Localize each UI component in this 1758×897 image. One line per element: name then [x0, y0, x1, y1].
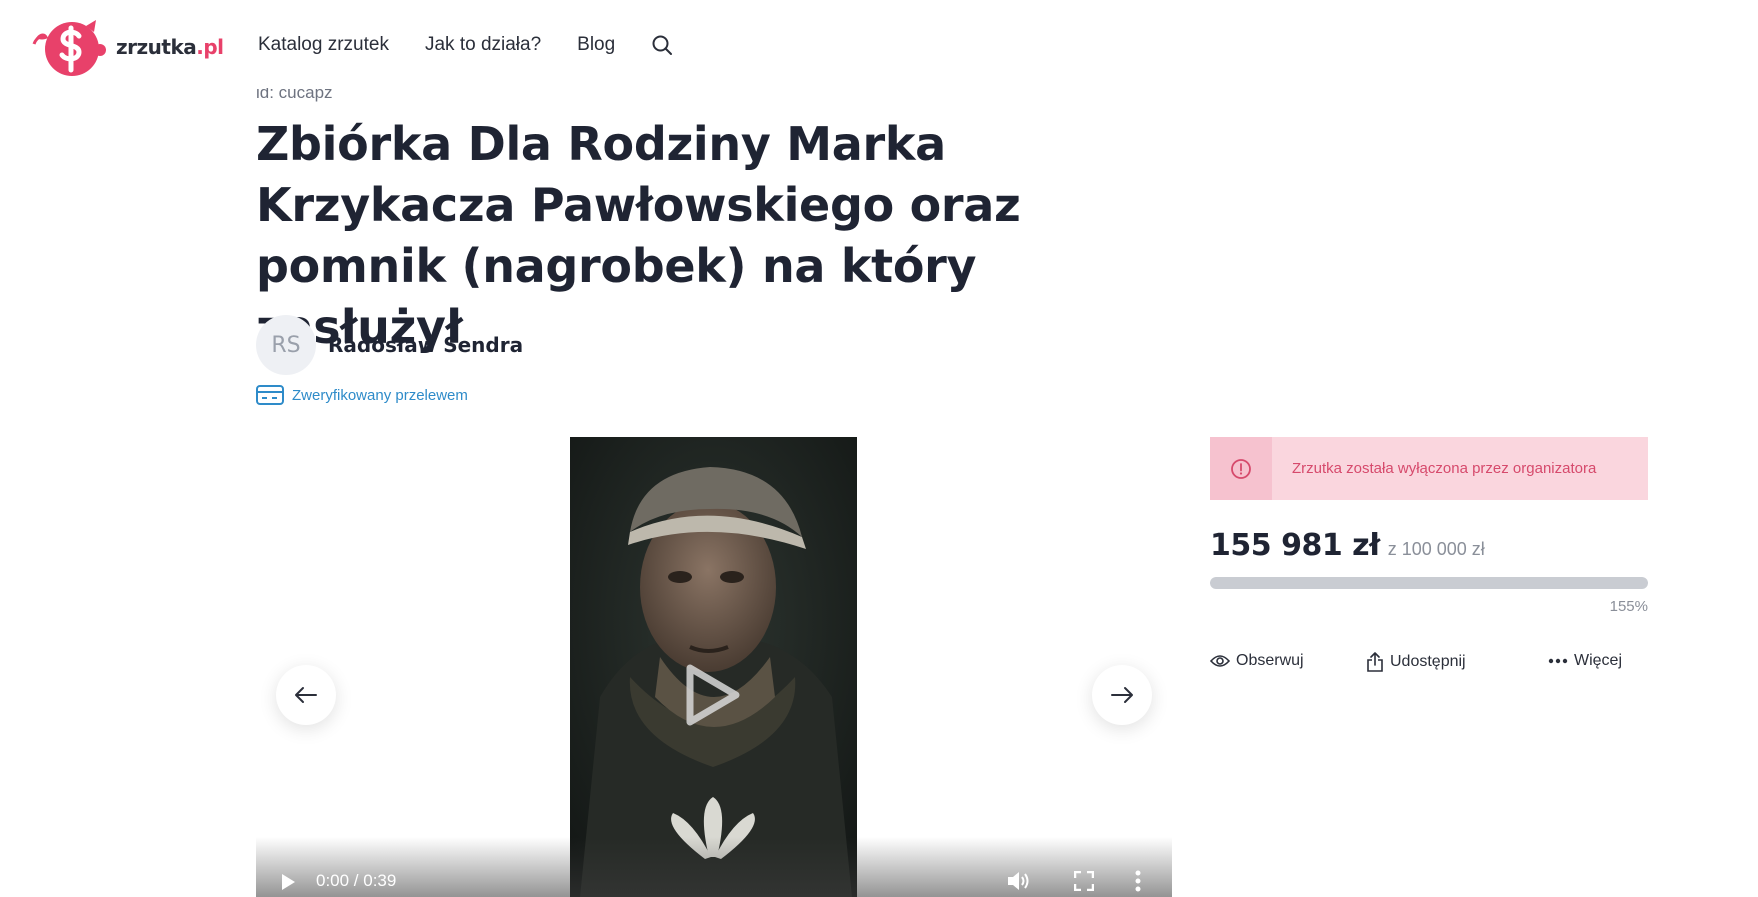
nav-item-catalog[interactable]: Katalog zrzutek [258, 34, 389, 56]
alert-icon-box [1210, 437, 1272, 500]
alert-text: Zrzutka została wyłączona przez organiza… [1292, 460, 1597, 477]
search-icon[interactable] [651, 34, 673, 56]
share-icon [1367, 652, 1383, 672]
organizer-name[interactable]: Radosław Sendra [328, 333, 523, 357]
arrow-left-icon [295, 687, 317, 703]
volume-icon[interactable] [1006, 869, 1032, 893]
verified-label[interactable]: Zweryfikowany przelewem [292, 387, 468, 404]
more-label: Więcej [1574, 652, 1623, 669]
progress-percent: 155% [1609, 598, 1648, 615]
main-nav: Katalog zrzutek Jak to działa? Blog [258, 34, 673, 56]
site-header: zrzutka.pl Katalog zrzutek Jak to działa… [0, 0, 1758, 92]
credit-card-icon [256, 385, 284, 405]
more-button[interactable]: Więcej [1548, 652, 1622, 670]
piggy-bank-logo-icon [32, 20, 106, 76]
video-play-overlay-icon[interactable] [684, 662, 742, 728]
share-button[interactable]: Udostępnij [1366, 652, 1466, 672]
video-time: 0:00 / 0:39 [316, 871, 397, 890]
video-controls: 0:00 / 0:39 [256, 865, 1172, 897]
organizer[interactable]: RS Radosław Sendra [256, 315, 523, 375]
fullscreen-icon[interactable] [1074, 871, 1094, 891]
carousel-prev-button[interactable] [276, 665, 336, 725]
action-bar: Obserwuj Udostępnij Więcej [1210, 652, 1648, 678]
follow-button[interactable]: Obserwuj [1210, 652, 1304, 670]
nav-item-how-it-works[interactable]: Jak to działa? [425, 34, 541, 56]
play-icon[interactable] [280, 873, 296, 891]
arrow-right-icon [1111, 687, 1133, 703]
disabled-alert: Zrzutka została wyłączona przez organiza… [1210, 437, 1648, 500]
more-horizontal-icon [1548, 658, 1568, 664]
verified-badge[interactable]: Zweryfikowany przelewem [256, 385, 468, 405]
goal-amount: z 100 000 zł [1387, 539, 1485, 559]
fundraiser-id: id: cucapz [256, 88, 333, 102]
logo[interactable]: zrzutka.pl [28, 16, 224, 78]
eye-icon [1210, 655, 1230, 667]
amount-line: 155 981 zł z 100 000 zł [1210, 528, 1485, 563]
avatar: RS [256, 315, 316, 375]
progress-fill [1210, 577, 1648, 589]
more-vertical-icon[interactable] [1134, 869, 1142, 893]
raised-amount: 155 981 zł [1210, 528, 1380, 563]
progress-bar [1210, 577, 1648, 589]
share-label: Udostępnij [1390, 653, 1466, 670]
logo-text: zrzutka.pl [116, 35, 224, 59]
carousel-next-button[interactable] [1092, 665, 1152, 725]
nav-item-blog[interactable]: Blog [577, 34, 615, 56]
follow-label: Obserwuj [1236, 652, 1304, 669]
alert-circle-icon [1231, 458, 1251, 479]
